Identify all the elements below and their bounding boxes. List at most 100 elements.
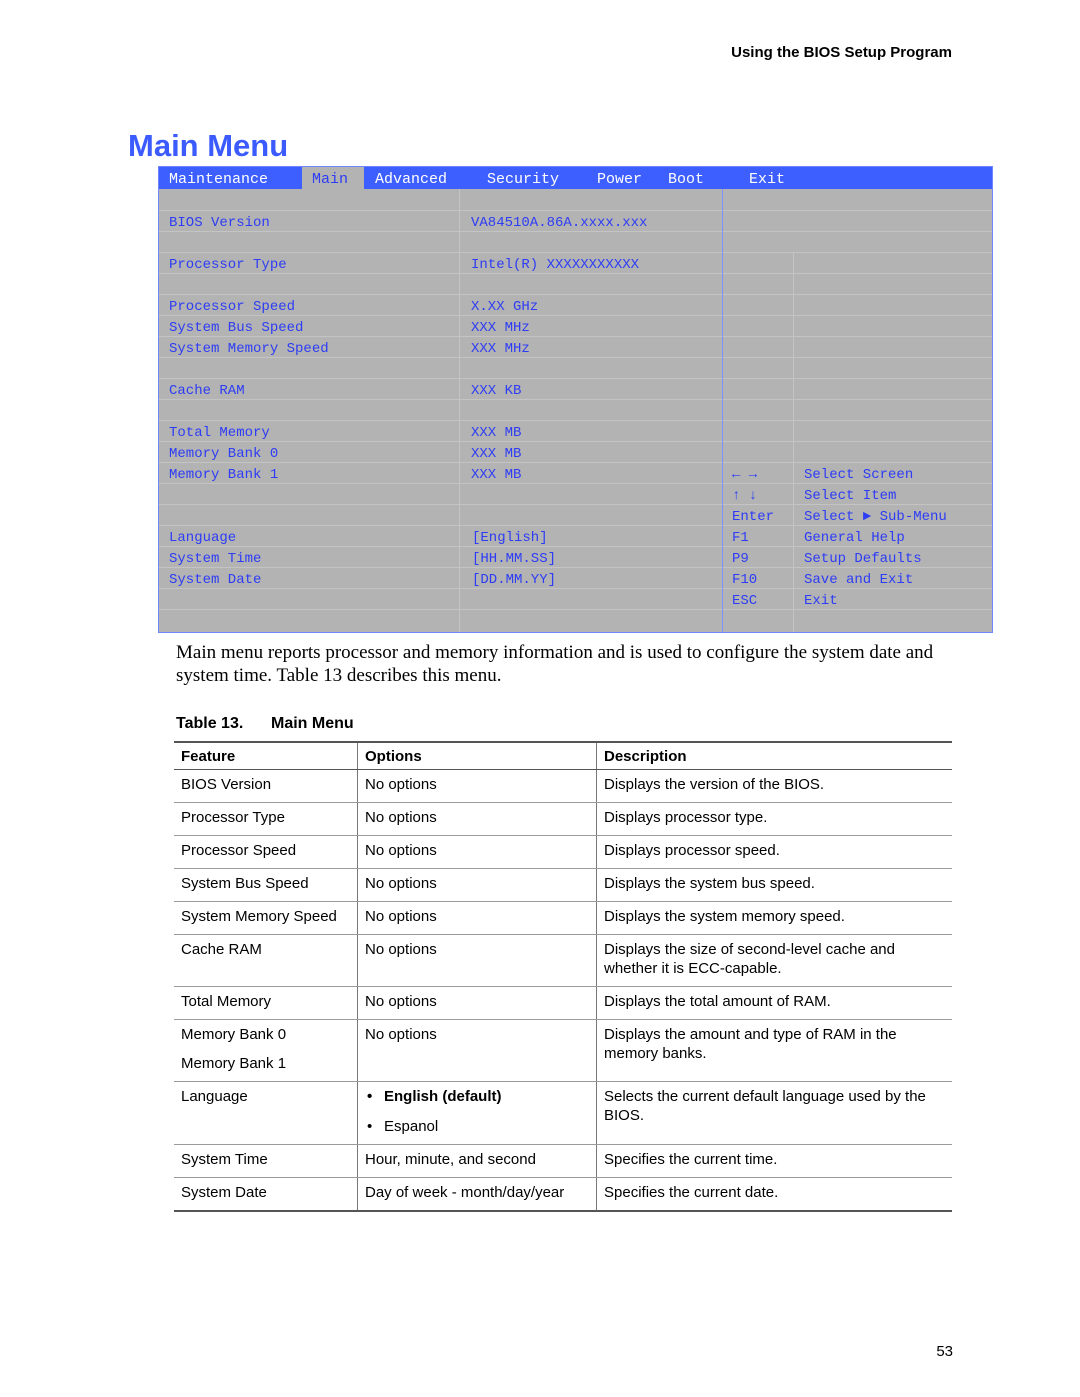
bios-item-label: System Time	[169, 551, 262, 567]
bios-item-value: XXX MHz	[471, 320, 530, 336]
key-help-select-item: ↑ ↓ Select Item	[732, 486, 992, 507]
bios-item-language[interactable]: Language [English]	[159, 528, 722, 549]
key-enter: Enter	[732, 509, 775, 525]
column-header-description: Description	[596, 741, 952, 770]
cell-description: Selects the current default language use…	[596, 1081, 952, 1145]
key-description: General Help	[804, 530, 905, 546]
cell-options: No options	[357, 769, 597, 803]
cell-feature: System Memory Speed	[174, 901, 358, 935]
cell-options: Day of week - month/day/year	[357, 1177, 597, 1212]
intro-paragraph: Main menu reports processor and memory i…	[176, 642, 934, 686]
table-caption-number: Table 13.	[176, 715, 244, 732]
bios-grid-line	[159, 378, 992, 379]
bios-item-memory-bank-0[interactable]: Memory Bank 0 XXX MB	[159, 444, 722, 465]
column-header-options: Options	[357, 741, 597, 770]
cell-feature: Processor Type	[174, 802, 358, 836]
bios-item-value: XXX KB	[471, 383, 522, 399]
bios-item-value[interactable]: [HH.MM.SS]	[472, 551, 556, 567]
key-description: Select ► Sub-Menu	[804, 509, 947, 525]
running-header: Using the BIOS Setup Program	[731, 44, 952, 61]
key-help-f1: F1 General Help	[732, 528, 992, 549]
key-help-enter: Enter Select ► Sub-Menu	[732, 507, 992, 528]
bios-item-label: System Date	[169, 572, 262, 588]
cell-options: Hour, minute, and second	[357, 1144, 597, 1178]
bios-setup-screen: Maintenance Main Advanced Security Power…	[158, 166, 993, 633]
bios-item-value: X.XX GHz	[471, 299, 539, 315]
bios-item-value[interactable]: [English]	[472, 530, 548, 546]
bios-tab-power[interactable]: Power	[597, 171, 642, 188]
bios-item-label: Memory Bank 0	[169, 446, 279, 462]
bios-grid-line	[159, 210, 992, 211]
cell-feature: Language	[174, 1081, 358, 1145]
key-description: Save and Exit	[804, 572, 914, 588]
cell-feature: BIOS Version	[174, 769, 358, 803]
cell-options: English (default) Espanol	[357, 1081, 597, 1145]
table-row: System Time Hour, minute, and second Spe…	[174, 1144, 952, 1178]
bios-item-processor-speed[interactable]: Processor Speed X.XX GHz	[159, 297, 722, 318]
bios-tab-maintenance[interactable]: Maintenance	[169, 171, 268, 188]
cell-options: No options	[357, 1019, 597, 1082]
bios-item-label: System Memory Speed	[169, 341, 329, 357]
cell-feature: Processor Speed	[174, 835, 358, 869]
option-item-default: English (default)	[365, 1087, 590, 1106]
bios-item-system-bus-speed[interactable]: System Bus Speed XXX MHz	[159, 318, 722, 339]
bios-item-cache-ram[interactable]: Cache RAM XXX KB	[159, 381, 722, 402]
bios-item-total-memory[interactable]: Total Memory XXX MB	[159, 423, 722, 444]
bios-item-memory-bank-1[interactable]: Memory Bank 1 XXX MB	[159, 465, 722, 486]
bios-panel-divider	[722, 189, 723, 632]
bios-tab-exit[interactable]: Exit	[749, 171, 785, 188]
cell-feature: System Time	[174, 1144, 358, 1178]
table-row: System Memory Speed No options Displays …	[174, 901, 952, 935]
bios-item-value: XXX MB	[471, 425, 522, 441]
bios-item-label: Processor Speed	[169, 299, 296, 315]
cell-feature: Memory Bank 0 Memory Bank 1	[174, 1019, 358, 1082]
bios-item-system-time[interactable]: System Time [HH.MM.SS]	[159, 549, 722, 570]
bios-item-value: Intel(R) XXXXXXXXXXX	[471, 257, 640, 273]
table-row: BIOS Version No options Displays the ver…	[174, 769, 952, 803]
bios-tab-advanced[interactable]: Advanced	[375, 171, 447, 188]
bios-item-value: XXX MHz	[471, 341, 530, 357]
table-row: System Date Day of week - month/day/year…	[174, 1177, 952, 1212]
key-f10: F10	[732, 572, 758, 588]
bios-item-label: System Bus Speed	[169, 320, 304, 336]
option-item: Espanol	[365, 1117, 590, 1136]
cell-options: No options	[357, 901, 597, 935]
bios-item-value[interactable]: [DD.MM.YY]	[472, 572, 556, 588]
cell-options: No options	[357, 868, 597, 902]
bios-item-bios-version[interactable]: BIOS Version VA84510A.86A.xxxx.xxx	[159, 213, 722, 234]
key-arrows-left-right: ← →	[732, 467, 758, 483]
key-help-select-screen: ← → Select Screen	[732, 465, 992, 486]
cell-feature: System Bus Speed	[174, 868, 358, 902]
bios-item-value: XXX MB	[471, 446, 522, 462]
bios-item-processor-type[interactable]: Processor Type Intel(R) XXXXXXXXXXX	[159, 255, 722, 276]
table-caption-title: Main Menu	[271, 715, 354, 732]
bios-tab-boot[interactable]: Boot	[668, 171, 704, 188]
feature-line: Memory Bank 0	[181, 1026, 287, 1043]
bios-tab-main[interactable]: Main	[302, 167, 364, 189]
cell-description: Displays the amount and type of RAM in t…	[596, 1019, 952, 1082]
table-row: Language English (default) Espanol Selec…	[174, 1081, 952, 1145]
table-row: Cache RAM No options Displays the size o…	[174, 934, 952, 987]
bios-item-system-date[interactable]: System Date [DD.MM.YY]	[159, 570, 722, 591]
bios-item-system-memory-speed[interactable]: System Memory Speed XXX MHz	[159, 339, 722, 360]
table-row: Memory Bank 0 Memory Bank 1 No options D…	[174, 1019, 952, 1082]
cell-description: Displays processor speed.	[596, 835, 952, 869]
cell-options: No options	[357, 986, 597, 1020]
page-number: 53	[936, 1343, 953, 1360]
bios-item-label: Processor Type	[169, 257, 287, 273]
cell-description: Specifies the current date.	[596, 1177, 952, 1212]
table-row: Total Memory No options Displays the tot…	[174, 986, 952, 1020]
bios-item-label: Memory Bank 1	[169, 467, 279, 483]
bios-tab-security[interactable]: Security	[487, 171, 559, 188]
bios-item-value: XXX MB	[471, 467, 522, 483]
cell-description: Displays processor type.	[596, 802, 952, 836]
page-title: Main Menu	[128, 128, 289, 163]
key-description: Select Item	[804, 488, 897, 504]
key-f1: F1	[732, 530, 749, 546]
bios-item-label: Language	[169, 530, 237, 546]
main-menu-table: Feature Options Description BIOS Version…	[174, 741, 952, 1212]
cell-options: No options	[357, 934, 597, 987]
key-p9: P9	[732, 551, 749, 567]
feature-line: Memory Bank 1	[181, 1055, 287, 1072]
bios-item-label: BIOS Version	[169, 215, 270, 231]
